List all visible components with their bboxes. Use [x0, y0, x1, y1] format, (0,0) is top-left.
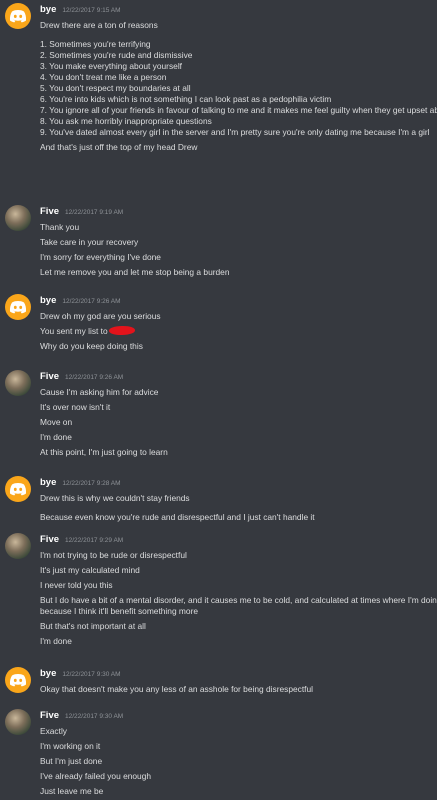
avatar[interactable] [5, 205, 31, 231]
message-header: Five 12/22/2017 9:26 AM [40, 370, 437, 384]
message-line: Exactly [40, 726, 67, 736]
message-header: Five 12/22/2017 9:30 AM [40, 709, 437, 723]
message-line: 8. You ask me horribly inappropriate que… [40, 116, 212, 126]
message-line: 4. You don't treat me like a person [40, 72, 167, 82]
message-line: I'm working on it [40, 741, 101, 751]
discord-icon [9, 10, 27, 23]
message-line: Take care in your recovery [40, 237, 139, 247]
message-line: But that's not important at all [40, 621, 146, 631]
username[interactable]: bye [40, 476, 56, 490]
username[interactable]: Five [40, 533, 59, 547]
message-line: But I do have a bit of a mental disorder… [40, 595, 437, 616]
message-text: You sent my list to [40, 326, 108, 336]
message-line: I'm done [40, 432, 72, 442]
timestamp: 12/22/2017 9:15 AM [62, 7, 121, 14]
message-line: It's over now isn't it [40, 402, 111, 412]
message-group: Five 12/22/2017 9:26 AM Cause I'm asking… [0, 370, 437, 458]
message-line: Drew there are a ton of reasons [40, 20, 158, 30]
message-line: Cause I'm asking him for advice [40, 387, 159, 397]
message-line: It's just my calculated mind [40, 565, 140, 575]
message-line: I've already failed you enough [40, 771, 152, 781]
message-header: bye 12/22/2017 9:26 AM [40, 294, 437, 308]
message-header: Five 12/22/2017 9:29 AM [40, 533, 437, 547]
message-line: 9. You've dated almost every girl in the… [40, 127, 430, 137]
timestamp: 12/22/2017 9:26 AM [65, 374, 124, 381]
message-line: 1. Sometimes you're terrifying [40, 39, 151, 49]
message-line: Because even know you're rude and disres… [40, 512, 315, 522]
avatar[interactable] [5, 533, 31, 559]
timestamp: 12/22/2017 9:19 AM [65, 209, 124, 216]
timestamp: 12/22/2017 9:28 AM [62, 480, 121, 487]
message-line: And that's just off the top of my head D… [40, 142, 198, 152]
username[interactable]: Five [40, 709, 59, 723]
avatar[interactable] [5, 709, 31, 735]
chat-window: bye 12/22/2017 9:15 AM Drew there are a … [0, 0, 437, 800]
message-line: But I'm just done [40, 756, 103, 766]
username[interactable]: Five [40, 205, 59, 219]
message-line: 3. You make everything about yourself [40, 61, 183, 71]
message-group: bye 12/22/2017 9:26 AM Drew oh my god ar… [0, 294, 437, 352]
message-line: Drew oh my god are you serious [40, 311, 161, 321]
message-line: I'm done [40, 636, 72, 646]
message-header: Five 12/22/2017 9:19 AM [40, 205, 437, 219]
message-line: 6. You're into kids which is not somethi… [40, 94, 332, 104]
message-line: I'm not trying to be rude or disrespectf… [40, 550, 187, 560]
discord-icon [9, 483, 27, 496]
message-header: bye 12/22/2017 9:15 AM [40, 3, 437, 17]
timestamp: 12/22/2017 9:30 AM [62, 671, 121, 678]
message-line: 5. You don't respect my boundaries at al… [40, 83, 191, 93]
message-line: At this point, I'm just going to learn [40, 447, 168, 457]
message-group: bye 12/22/2017 9:28 AM Drew this is why … [0, 476, 437, 523]
message-line: You sent my list to [40, 326, 437, 337]
username[interactable]: Five [40, 370, 59, 384]
username[interactable]: bye [40, 3, 56, 17]
avatar[interactable] [5, 667, 31, 693]
message-line: I never told you this [40, 580, 113, 590]
message-group: Five 12/22/2017 9:19 AM Thank you Take c… [0, 205, 437, 278]
message-line: 7. You ignore all of your friends in fav… [40, 105, 437, 115]
message-line: Move on [40, 417, 73, 427]
avatar[interactable] [5, 3, 31, 29]
message-line: 2. Sometimes you're rude and dismissive [40, 50, 193, 60]
message-line: Let me remove you and let me stop being … [40, 267, 230, 277]
message-header: bye 12/22/2017 9:30 AM [40, 667, 437, 681]
avatar[interactable] [5, 294, 31, 320]
message-group: bye 12/22/2017 9:15 AM Drew there are a … [0, 3, 437, 153]
username[interactable]: bye [40, 294, 56, 308]
message-line: I'm sorry for everything I've done [40, 252, 161, 262]
message-line: Thank you [40, 222, 80, 232]
message-line: Okay that doesn't make you any less of a… [40, 684, 314, 694]
redaction-mark [108, 326, 135, 335]
avatar[interactable] [5, 476, 31, 502]
message-header: bye 12/22/2017 9:28 AM [40, 476, 437, 490]
message-group: Five 12/22/2017 9:29 AM I'm not trying t… [0, 533, 437, 647]
discord-icon [9, 301, 27, 314]
username[interactable]: bye [40, 667, 56, 681]
message-group: Five 12/22/2017 9:30 AM Exactly I'm work… [0, 709, 437, 797]
message-line: Why do you keep doing this [40, 341, 143, 351]
avatar[interactable] [5, 370, 31, 396]
timestamp: 12/22/2017 9:26 AM [62, 298, 121, 305]
message-group: bye 12/22/2017 9:30 AM Okay that doesn't… [0, 667, 437, 695]
message-line: Just leave me be [40, 786, 104, 796]
discord-icon [9, 674, 27, 687]
message-line: Drew this is why we couldn't stay friend… [40, 493, 190, 503]
timestamp: 12/22/2017 9:29 AM [65, 537, 124, 544]
timestamp: 12/22/2017 9:30 AM [65, 713, 124, 720]
